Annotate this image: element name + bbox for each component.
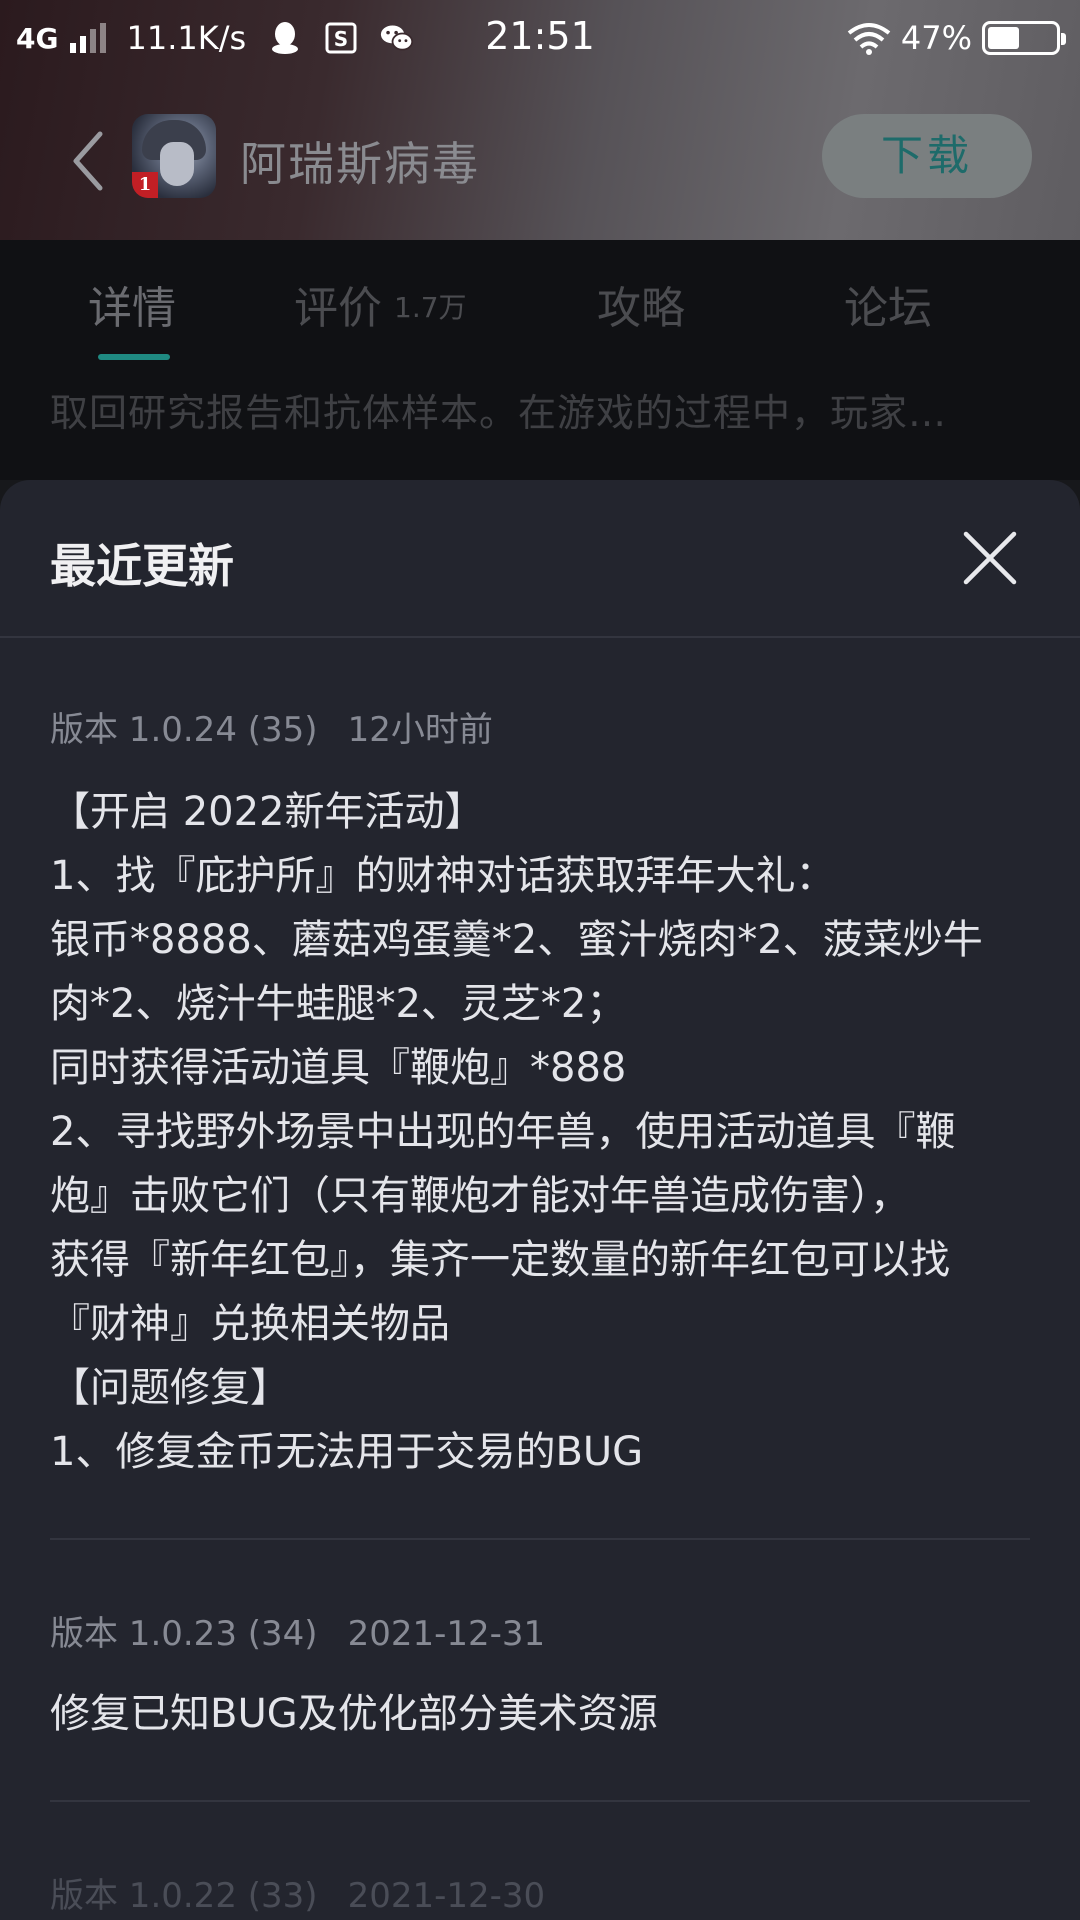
status-bar: 4G 11.1K/s S 21:51 47% [0,0,1080,80]
entry-notes: 【开启 2022新年活动】 1、找『庇护所』的财神对话获取拜年大礼： 银币*88… [50,780,1040,1484]
note-line: 1、找『庇护所』的财神对话获取拜年大礼： [50,853,836,899]
note-line: 修复已知BUG及优化部分美术资源 [50,1691,658,1737]
note-line: 同时获得活动道具『鞭炮』*888 [50,1045,627,1091]
description-snippet: 取回研究报告和抗体样本。在游戏的过程中，玩家… [50,391,948,435]
back-arrow-icon [73,131,103,191]
screen: 4G 11.1K/s S 21:51 47% 1 阿瑞斯病毒 下载 详情 评价 … [0,0,1080,1920]
entry-date: 2021-12-31 [347,1614,546,1654]
entry-meta: 版本 1.0.24 (35) 12小时前 [50,702,493,751]
app-icon[interactable]: 1 [132,114,216,198]
tab-bar: 详情 评价 1.7万 攻略 论坛 [0,240,1080,360]
tab-label: 攻略 [597,283,685,334]
entry-version: 版本 1.0.23 (34) [50,1614,318,1654]
back-button[interactable] [60,126,120,196]
app-icon-face [160,142,194,186]
entry-version: 版本 1.0.22 (33) [50,1876,318,1916]
app-bar: 1 阿瑞斯病毒 下载 [0,108,1080,208]
entry-divider [50,1800,1030,1802]
entry-meta: 版本 1.0.23 (34) 2021-12-31 [50,1606,545,1655]
note-line: 获得『新年红包』，集齐一定数量的新年红包可以找 [50,1237,950,1283]
entry-notes: 修复已知BUG及优化部分美术资源 [50,1682,1040,1746]
entry-date: 2021-12-30 [347,1876,546,1916]
note-line: 炮』击败它们（只有鞭炮才能对年兽造成伤害）， [50,1173,910,1219]
note-line: 【问题修复】 [50,1365,290,1411]
tab-reviews[interactable]: 评价 1.7万 [294,272,467,336]
download-button[interactable]: 下载 [822,114,1032,198]
entry-date: 12小时前 [347,710,493,750]
sheet-title: 最近更新 [50,539,234,593]
wifi-icon [847,21,891,55]
status-right: 47% [835,16,1066,60]
close-icon [963,531,1017,585]
note-line: 肉*2、烧汁牛蛙腿*2、灵芝*2； [50,981,627,1027]
tab-details[interactable]: 详情 [88,272,176,336]
header-backdrop: 4G 11.1K/s S 21:51 47% 1 阿瑞斯病毒 下载 [0,0,1080,240]
entry-meta: 版本 1.0.22 (33) 2021-12-30 [50,1868,545,1917]
tab-label: 论坛 [844,283,932,334]
sheet-divider [0,636,1080,638]
app-title: 阿瑞斯病毒 [240,137,480,191]
entry-version: 版本 1.0.24 (35) [50,710,318,750]
note-line: 银币*8888、蘑菇鸡蛋羹*2、蜜汁烧肉*2、菠菜炒牛 [50,917,983,963]
tab-label: 评价 [294,283,382,334]
battery-percent: 47% [900,19,972,57]
app-icon-badge: 1 [132,172,158,198]
tab-guides[interactable]: 攻略 [597,272,685,336]
note-line: 1、修复金币无法用于交易的BUG [50,1429,644,1475]
note-line: 2、寻找野外场景中出现的年兽，使用活动道具『鞭 [50,1109,956,1155]
note-line: 【开启 2022新年活动】 [50,789,485,835]
tab-forum[interactable]: 论坛 [844,272,932,336]
tab-label: 详情 [88,283,176,334]
review-count: 1.7万 [394,291,467,324]
entry-divider [50,1538,1030,1540]
note-line: 『财神』兑换相关物品 [50,1301,450,1347]
close-button[interactable] [960,528,1020,588]
battery-icon [982,21,1066,55]
recent-updates-sheet: 最近更新 版本 1.0.24 (35) 12小时前 【开启 2022新年活动】 1… [0,480,1080,1920]
